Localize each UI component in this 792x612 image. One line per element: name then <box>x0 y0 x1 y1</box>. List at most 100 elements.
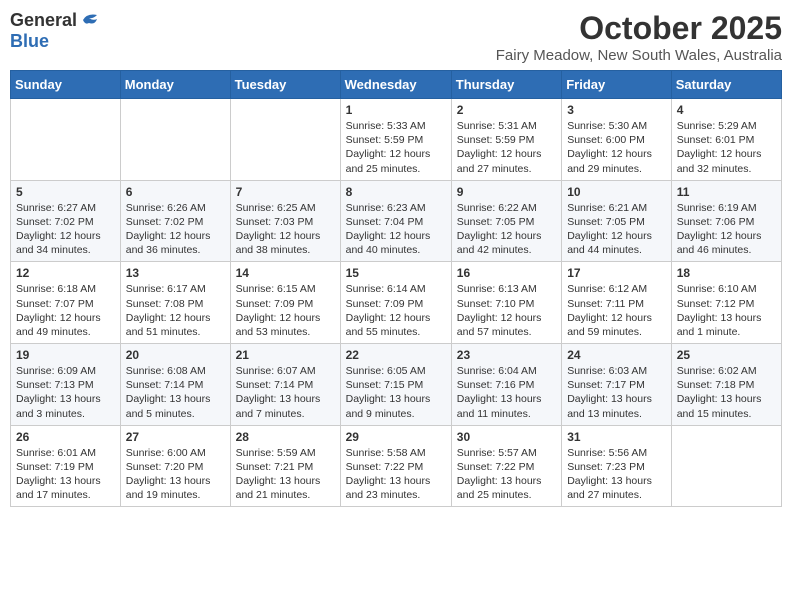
calendar-cell <box>671 425 781 507</box>
calendar-cell: 13Sunrise: 6:17 AMSunset: 7:08 PMDayligh… <box>120 262 230 344</box>
day-info-line: Daylight: 12 hours <box>16 311 115 325</box>
calendar-cell: 16Sunrise: 6:13 AMSunset: 7:10 PMDayligh… <box>451 262 561 344</box>
calendar-cell: 18Sunrise: 6:10 AMSunset: 7:12 PMDayligh… <box>671 262 781 344</box>
day-info-line: Daylight: 13 hours <box>346 474 446 488</box>
day-info-line: Sunset: 7:02 PM <box>16 215 115 229</box>
day-number: 22 <box>346 348 446 362</box>
day-info-line: Sunrise: 6:00 AM <box>126 446 225 460</box>
day-info-line: and 5 minutes. <box>126 407 225 421</box>
header-day-monday: Monday <box>120 71 230 99</box>
day-info-line: Sunset: 7:08 PM <box>126 297 225 311</box>
day-info-line: Daylight: 13 hours <box>346 392 446 406</box>
calendar-header: SundayMondayTuesdayWednesdayThursdayFrid… <box>11 71 782 99</box>
day-info-line: and 32 minutes. <box>677 162 776 176</box>
day-number: 16 <box>457 266 556 280</box>
day-info-line: Daylight: 12 hours <box>126 229 225 243</box>
day-info-line: Sunrise: 6:12 AM <box>567 282 666 296</box>
day-info-line: Sunrise: 6:18 AM <box>16 282 115 296</box>
calendar-cell: 15Sunrise: 6:14 AMSunset: 7:09 PMDayligh… <box>340 262 451 344</box>
header-day-tuesday: Tuesday <box>230 71 340 99</box>
calendar-cell: 26Sunrise: 6:01 AMSunset: 7:19 PMDayligh… <box>11 425 121 507</box>
day-info-line: and 25 minutes. <box>346 162 446 176</box>
day-info-line: Sunset: 7:14 PM <box>126 378 225 392</box>
day-info-line: and 11 minutes. <box>457 407 556 421</box>
day-number: 18 <box>677 266 776 280</box>
day-number: 11 <box>677 185 776 199</box>
day-number: 1 <box>346 103 446 117</box>
day-info-line: Sunset: 7:09 PM <box>346 297 446 311</box>
day-info-line: and 15 minutes. <box>677 407 776 421</box>
day-number: 24 <box>567 348 666 362</box>
day-number: 17 <box>567 266 666 280</box>
day-info-line: Sunrise: 6:13 AM <box>457 282 556 296</box>
day-info-line: and 7 minutes. <box>236 407 335 421</box>
day-info-line: Sunset: 5:59 PM <box>346 133 446 147</box>
day-info-line: Sunset: 7:11 PM <box>567 297 666 311</box>
logo-bird-icon <box>79 11 101 29</box>
day-info-line: Daylight: 13 hours <box>16 392 115 406</box>
day-number: 21 <box>236 348 335 362</box>
day-info-line: Daylight: 13 hours <box>126 392 225 406</box>
day-info-line: Daylight: 12 hours <box>236 311 335 325</box>
calendar-cell: 17Sunrise: 6:12 AMSunset: 7:11 PMDayligh… <box>562 262 672 344</box>
calendar-cell: 30Sunrise: 5:57 AMSunset: 7:22 PMDayligh… <box>451 425 561 507</box>
calendar-cell: 21Sunrise: 6:07 AMSunset: 7:14 PMDayligh… <box>230 344 340 426</box>
day-info-line: Sunrise: 5:31 AM <box>457 119 556 133</box>
day-info-line: Sunset: 6:01 PM <box>677 133 776 147</box>
day-info-line: Daylight: 12 hours <box>677 147 776 161</box>
day-number: 12 <box>16 266 115 280</box>
calendar-cell: 23Sunrise: 6:04 AMSunset: 7:16 PMDayligh… <box>451 344 561 426</box>
header-day-wednesday: Wednesday <box>340 71 451 99</box>
day-info-line: and 17 minutes. <box>16 488 115 502</box>
day-info-line: Sunset: 7:06 PM <box>677 215 776 229</box>
day-info-line: and 27 minutes. <box>567 488 666 502</box>
header-day-sunday: Sunday <box>11 71 121 99</box>
day-info-line: Daylight: 13 hours <box>457 474 556 488</box>
day-info-line: Sunrise: 6:27 AM <box>16 201 115 215</box>
day-info-line: and 38 minutes. <box>236 243 335 257</box>
calendar-cell: 4Sunrise: 5:29 AMSunset: 6:01 PMDaylight… <box>671 99 781 181</box>
logo-general: General <box>10 10 77 31</box>
day-number: 2 <box>457 103 556 117</box>
day-info-line: Daylight: 12 hours <box>567 229 666 243</box>
day-number: 6 <box>126 185 225 199</box>
day-number: 10 <box>567 185 666 199</box>
day-info-line: and 19 minutes. <box>126 488 225 502</box>
day-info-line: Sunrise: 5:59 AM <box>236 446 335 460</box>
day-info-line: Sunrise: 6:07 AM <box>236 364 335 378</box>
day-info-line: Sunset: 7:17 PM <box>567 378 666 392</box>
day-info-line: Sunrise: 5:33 AM <box>346 119 446 133</box>
day-info-line: and 44 minutes. <box>567 243 666 257</box>
day-info-line: Daylight: 12 hours <box>346 311 446 325</box>
day-info-line: Daylight: 12 hours <box>457 229 556 243</box>
day-info-line: and 29 minutes. <box>567 162 666 176</box>
calendar-cell <box>120 99 230 181</box>
day-info-line: and 36 minutes. <box>126 243 225 257</box>
day-info-line: Daylight: 12 hours <box>457 147 556 161</box>
day-info-line: Sunset: 7:19 PM <box>16 460 115 474</box>
day-info-line: and 21 minutes. <box>236 488 335 502</box>
day-info-line: and 23 minutes. <box>346 488 446 502</box>
day-info-line: Daylight: 13 hours <box>126 474 225 488</box>
day-info-line: and 27 minutes. <box>457 162 556 176</box>
day-info-line: Sunset: 7:23 PM <box>567 460 666 474</box>
calendar-cell: 1Sunrise: 5:33 AMSunset: 5:59 PMDaylight… <box>340 99 451 181</box>
header-day-saturday: Saturday <box>671 71 781 99</box>
calendar-table: SundayMondayTuesdayWednesdayThursdayFrid… <box>10 70 782 507</box>
day-info-line: and 46 minutes. <box>677 243 776 257</box>
calendar-cell: 9Sunrise: 6:22 AMSunset: 7:05 PMDaylight… <box>451 180 561 262</box>
day-info-line: Sunrise: 6:01 AM <box>16 446 115 460</box>
day-info-line: Sunrise: 6:04 AM <box>457 364 556 378</box>
day-info-line: Sunrise: 5:29 AM <box>677 119 776 133</box>
day-number: 5 <box>16 185 115 199</box>
day-number: 20 <box>126 348 225 362</box>
day-info-line: Sunrise: 6:15 AM <box>236 282 335 296</box>
day-info-line: Sunset: 7:20 PM <box>126 460 225 474</box>
day-info-line: Daylight: 12 hours <box>16 229 115 243</box>
day-info-line: Sunset: 7:12 PM <box>677 297 776 311</box>
day-number: 13 <box>126 266 225 280</box>
day-info-line: Sunrise: 6:02 AM <box>677 364 776 378</box>
day-info-line: and 40 minutes. <box>346 243 446 257</box>
day-info-line: Sunset: 7:22 PM <box>346 460 446 474</box>
header-day-thursday: Thursday <box>451 71 561 99</box>
